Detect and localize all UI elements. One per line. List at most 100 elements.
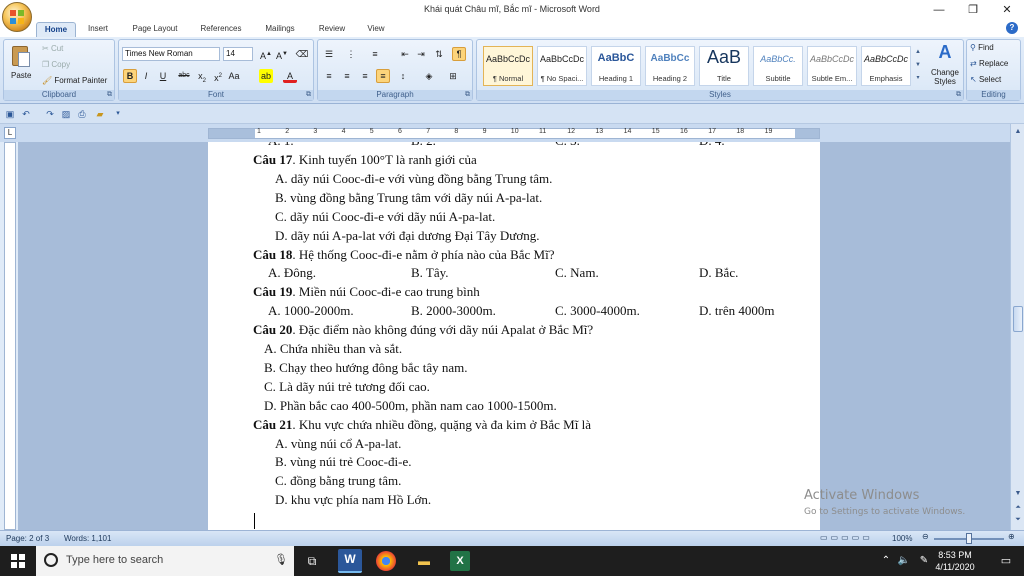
decrease-indent-icon[interactable]: ⇤ (398, 47, 412, 61)
zoom-out-icon[interactable]: ⊖ (922, 532, 929, 541)
bullets-icon[interactable]: ☰ (322, 47, 336, 61)
style-subtitle[interactable]: AaBbCc. Subtitle (753, 46, 803, 86)
minimize-button[interactable]: — (922, 0, 956, 20)
strikethrough-icon[interactable]: abc (177, 69, 191, 83)
justify-icon[interactable]: ≡ (376, 69, 390, 83)
font-launcher-icon[interactable]: ⧉ (306, 91, 311, 99)
scroll-thumb[interactable] (1013, 306, 1023, 332)
zoom-in-icon[interactable]: ⊕ (1008, 532, 1015, 541)
redo-icon[interactable]: ↷ (44, 108, 56, 120)
undo-icon[interactable]: ↶ (20, 108, 32, 120)
borders-icon[interactable]: ⊞ (446, 69, 460, 83)
office-button[interactable] (2, 2, 32, 32)
style-normal[interactable]: AaBbCcDc ¶ Normal (483, 46, 533, 86)
format-painter-button[interactable]: 🖌 Format Painter (42, 76, 107, 85)
scroll-up-icon[interactable]: ▲ (1012, 126, 1024, 138)
task-view-icon[interactable]: ⧉ (302, 551, 322, 571)
style-no-spacing[interactable]: AaBbCcDc ¶ No Spaci... (537, 46, 587, 86)
paste-icon[interactable] (10, 44, 32, 70)
bold-icon[interactable]: B (123, 69, 137, 83)
multilevel-list-icon[interactable]: ≡ (368, 47, 382, 61)
find-button[interactable]: ⚲ Find (970, 43, 994, 52)
change-case-icon[interactable]: Aa (227, 69, 241, 83)
microphone-icon[interactable]: 🎙 (274, 553, 288, 566)
prev-page-icon[interactable]: ⏶ (1012, 502, 1024, 514)
tab-view[interactable]: View (358, 22, 394, 37)
word-count[interactable]: Words: 1,101 (64, 534, 111, 543)
show-formatting-icon[interactable]: ¶ (452, 47, 466, 61)
print-preview-icon[interactable]: ⎙ (76, 108, 88, 120)
cut-button[interactable]: ✂ Cut (42, 44, 63, 53)
save-icon[interactable]: ▣ (4, 108, 16, 120)
shading-icon[interactable]: ◈ (422, 69, 436, 83)
clipboard-launcher-icon[interactable]: ⧉ (107, 91, 112, 99)
chrome-icon[interactable] (376, 551, 396, 571)
superscript-icon[interactable]: x2 (211, 69, 225, 83)
tab-review[interactable]: Review (310, 22, 354, 37)
open-folder-icon[interactable]: ▰ (94, 108, 106, 120)
paragraph-group: ☰ ⋮ ≡ ⇤ ⇥ ⇅ ¶ ≡ ≡ ≡ ≡ ↕ ◈ ⊞ Paragraph ⧉ (317, 39, 473, 101)
file-explorer-icon[interactable]: ▬ (414, 551, 434, 571)
restore-button[interactable]: ❐ (956, 0, 990, 20)
tab-insert[interactable]: Insert (80, 22, 116, 37)
style-emphasis[interactable]: AaBbCcDc Emphasis (861, 46, 911, 86)
font-size-field[interactable]: 14 (223, 47, 253, 61)
zoom-level[interactable]: 100% (892, 534, 912, 543)
style-heading-2[interactable]: AaBbCc Heading 2 (645, 46, 695, 86)
font-color-icon[interactable]: A (283, 69, 297, 83)
numbering-icon[interactable]: ⋮ (344, 47, 358, 61)
windows-start-icon[interactable] (8, 551, 28, 571)
zoom-slider-knob[interactable] (966, 533, 972, 544)
align-right-icon[interactable]: ≡ (358, 69, 372, 83)
replace-button[interactable]: ⇄ Replace (970, 59, 1008, 68)
paragraph-launcher-icon[interactable]: ⧉ (465, 91, 470, 99)
copy-button[interactable]: ❐ Copy (42, 60, 70, 69)
style-title[interactable]: AaB Title (699, 46, 749, 86)
line-spacing-icon[interactable]: ↕ (396, 69, 410, 83)
horizontal-ruler[interactable]: 1 2 3 4 5 6 7 8 9 10 11 12 13 14 15 16 17 18 19 (208, 128, 820, 139)
highlight-icon[interactable]: ab (259, 69, 273, 83)
increase-indent-icon[interactable]: ⇥ (414, 47, 428, 61)
paste-button[interactable]: Paste (11, 71, 31, 80)
font-name-field[interactable]: Times New Roman (122, 47, 220, 61)
style-heading-1[interactable]: AaBbC Heading 1 (591, 46, 641, 86)
view-buttons-icon[interactable]: ▭▭▭▭▭ (820, 533, 873, 542)
customize-qat-icon[interactable]: ▾ (112, 108, 124, 120)
vertical-ruler[interactable] (4, 142, 16, 530)
page-count[interactable]: Page: 2 of 3 (6, 534, 49, 543)
subscript-icon[interactable]: x2 (195, 69, 209, 84)
word-app-icon[interactable]: W (338, 549, 362, 573)
styles-scroll-icon[interactable]: ▲ ▼ ▾ (914, 46, 922, 86)
vertical-scrollbar[interactable]: ▲ ▼ ⏶ ⏷ (1010, 124, 1024, 530)
scroll-down-icon[interactable]: ▼ (1012, 488, 1024, 500)
close-button[interactable]: ✕ (990, 0, 1024, 20)
volume-icon[interactable]: 🔈 (894, 551, 914, 571)
taskbar-search[interactable]: Type here to search 🎙 (36, 546, 294, 576)
align-center-icon[interactable]: ≡ (340, 69, 354, 83)
picture-icon[interactable]: ▨ (60, 108, 72, 120)
question-line: Câu 18. Hệ thống Cooc-đi-e nằm ở phía nà… (253, 247, 554, 263)
select-button[interactable]: ↖ Select (970, 75, 1001, 84)
excel-app-icon[interactable]: X (450, 551, 470, 571)
tab-references[interactable]: References (192, 22, 250, 37)
notification-icon[interactable]: ▭ (996, 551, 1016, 571)
underline-icon[interactable]: U (156, 69, 170, 83)
tab-selector-icon[interactable]: L (4, 127, 16, 139)
clear-format-icon[interactable]: ⌫ (295, 47, 309, 61)
document-page[interactable]: A. 1. B. 2. C. 3. D. 4. Câu 17. Kinh tuyến 1… (208, 142, 820, 530)
tray-expand-icon[interactable]: ⌃ (876, 551, 896, 571)
italic-icon[interactable]: I (139, 69, 153, 83)
next-page-icon[interactable]: ⏷ (1012, 514, 1024, 526)
style-subtle-emphasis[interactable]: AaBbCcDc Subtle Em... (807, 46, 857, 86)
sort-icon[interactable]: ⇅ (432, 47, 446, 61)
styles-launcher-icon[interactable]: ⧉ (956, 91, 961, 99)
tab-page-layout[interactable]: Page Layout (122, 22, 188, 37)
grow-font-icon[interactable]: A▲ (259, 47, 273, 61)
align-left-icon[interactable]: ≡ (322, 69, 336, 83)
tab-mailings[interactable]: Mailings (254, 22, 306, 37)
system-clock[interactable]: 8:53 PM 4/11/2020 (930, 549, 980, 573)
help-icon[interactable]: ? (1006, 22, 1018, 34)
change-styles-button[interactable]: Change Styles (927, 68, 963, 86)
tab-home[interactable]: Home (36, 22, 76, 37)
shrink-font-icon[interactable]: A▼ (275, 47, 289, 61)
